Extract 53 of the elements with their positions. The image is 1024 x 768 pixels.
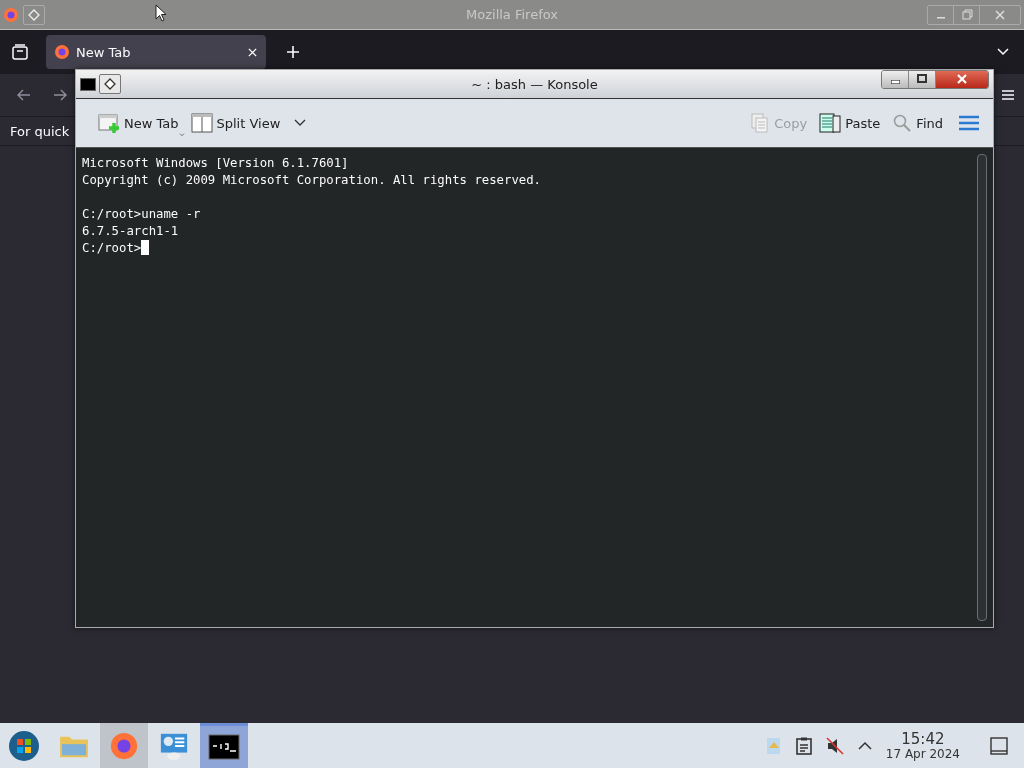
terminal-icon xyxy=(208,734,240,760)
paste-button[interactable]: Paste xyxy=(815,109,885,137)
clipboard-app-icon[interactable] xyxy=(765,735,782,756)
split-view-button[interactable]: Split View xyxy=(186,110,285,136)
restore-icon xyxy=(960,8,973,21)
browser-tab[interactable]: New Tab xyxy=(46,35,266,69)
keep-above-icon[interactable] xyxy=(99,74,121,94)
caret-icon xyxy=(178,133,185,137)
menu-icon[interactable] xyxy=(1000,87,1016,103)
terminal-line: Microsoft Windows [Version 6.1.7601] xyxy=(82,156,349,170)
minimize-button[interactable] xyxy=(882,70,909,88)
tab-manager-icon[interactable] xyxy=(11,43,29,61)
terminal-line: 6.7.5-arch1-1 xyxy=(82,224,179,238)
new-tab-icon xyxy=(98,112,120,134)
minimize-icon xyxy=(890,79,900,84)
search-icon xyxy=(892,113,913,133)
terminal-line: C:/root>uname -r xyxy=(82,207,201,221)
clock-date: 17 Apr 2024 xyxy=(885,746,960,761)
terminal-icon[interactable] xyxy=(80,77,96,91)
window-title: Mozilla Firefox xyxy=(466,7,558,22)
notes-icon[interactable] xyxy=(795,736,812,755)
maximize-icon xyxy=(916,73,928,85)
mouse-pointer-icon xyxy=(155,4,167,22)
maximize-button[interactable] xyxy=(909,70,936,88)
paste-icon xyxy=(819,112,842,134)
new-tab-icon[interactable] xyxy=(286,45,300,59)
tab-title: New Tab xyxy=(76,44,132,60)
split-view-icon xyxy=(190,113,213,133)
show-desktop-icon[interactable] xyxy=(990,736,1008,755)
expand-tray-icon[interactable] xyxy=(857,740,872,751)
browser-icon xyxy=(54,44,70,60)
terminal-line: Copyright (c) 2009 Microsoft Corporation. All rights reserved. xyxy=(82,173,541,187)
clock[interactable]: 15:42 17 Apr 2024 xyxy=(885,730,960,761)
find-button[interactable]: Find xyxy=(888,110,947,136)
close-icon xyxy=(956,73,968,85)
clock-time: 15:42 xyxy=(901,730,945,747)
scrollbar[interactable] xyxy=(977,154,987,621)
taskbar-item[interactable] xyxy=(200,723,248,768)
start-orb-icon xyxy=(8,729,40,762)
copy-icon xyxy=(750,113,771,133)
new-tab-button[interactable]: New Tab xyxy=(94,109,183,137)
forward-icon[interactable] xyxy=(52,87,68,103)
close-button[interactable] xyxy=(936,70,988,88)
dropdown-caret-icon[interactable] xyxy=(294,119,307,127)
bookmarks-hint: For quick xyxy=(10,123,70,139)
muted-speaker-icon[interactable] xyxy=(825,736,844,755)
close-icon[interactable] xyxy=(247,46,258,58)
close-icon xyxy=(994,8,1006,21)
minimize-icon xyxy=(936,16,945,19)
window-title: ~ : bash — Konsole xyxy=(471,76,598,92)
back-icon[interactable] xyxy=(16,87,32,103)
terminal-line: C:/root> xyxy=(82,241,142,255)
browser-icon xyxy=(109,730,139,761)
